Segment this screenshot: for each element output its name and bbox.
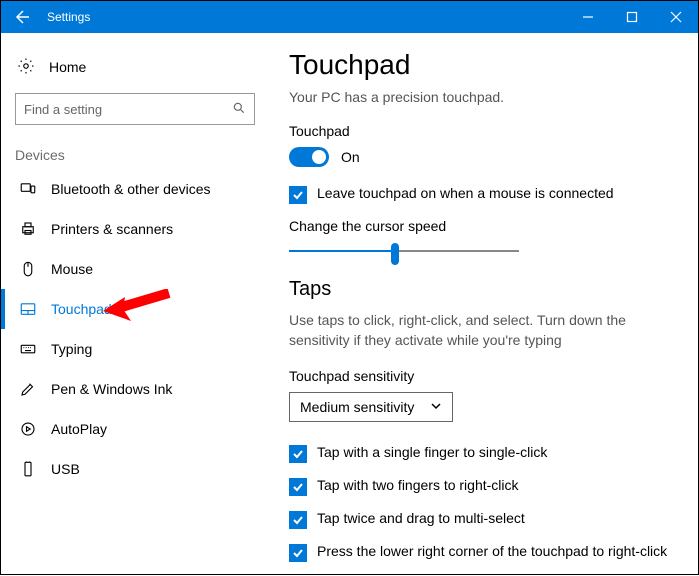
search-icon bbox=[232, 101, 246, 118]
chevron-down-icon bbox=[430, 399, 442, 415]
autoplay-icon bbox=[19, 420, 37, 438]
sidebar-item-label: Mouse bbox=[51, 261, 93, 277]
cursor-speed-label: Change the cursor speed bbox=[289, 218, 674, 234]
sidebar-item-mouse[interactable]: Mouse bbox=[11, 249, 259, 289]
search-placeholder: Find a setting bbox=[24, 102, 232, 117]
sidebar-item-label: Touchpad bbox=[51, 301, 112, 317]
tap-single-checkbox[interactable] bbox=[289, 445, 307, 463]
sidebar-item-label: AutoPlay bbox=[51, 421, 107, 437]
title-bar: Settings bbox=[1, 1, 698, 33]
sensitivity-select[interactable]: Medium sensitivity bbox=[289, 392, 453, 422]
home-nav[interactable]: Home bbox=[11, 47, 259, 87]
tap-two-checkbox[interactable] bbox=[289, 478, 307, 496]
taps-description: Use taps to click, right-click, and sele… bbox=[289, 311, 674, 350]
page-subtitle: Your PC has a precision touchpad. bbox=[289, 89, 674, 105]
slider-thumb[interactable] bbox=[391, 243, 399, 265]
touchpad-toggle-state: On bbox=[341, 149, 360, 165]
sidebar-item-bluetooth[interactable]: Bluetooth & other devices bbox=[11, 169, 259, 209]
printer-icon bbox=[19, 220, 37, 238]
tap-corner-label: Press the lower right corner of the touc… bbox=[317, 543, 667, 559]
category-header: Devices bbox=[11, 143, 259, 169]
touchpad-icon bbox=[19, 300, 37, 318]
leave-on-checkbox[interactable] bbox=[289, 186, 307, 204]
leave-on-label: Leave touchpad on when a mouse is connec… bbox=[317, 185, 614, 201]
sidebar-item-touchpad[interactable]: Touchpad bbox=[11, 289, 259, 329]
touchpad-toggle[interactable] bbox=[289, 147, 329, 167]
tap-drag-label: Tap twice and drag to multi-select bbox=[317, 510, 525, 526]
minimize-button[interactable] bbox=[566, 1, 610, 33]
sidebar-item-typing[interactable]: Typing bbox=[11, 329, 259, 369]
sidebar-item-printers[interactable]: Printers & scanners bbox=[11, 209, 259, 249]
sidebar-item-label: Bluetooth & other devices bbox=[51, 181, 211, 197]
sidebar-item-label: Pen & Windows Ink bbox=[51, 381, 172, 397]
back-button[interactable] bbox=[1, 1, 45, 33]
sidebar-item-label: USB bbox=[51, 461, 80, 477]
mouse-icon bbox=[19, 260, 37, 278]
sidebar-item-autoplay[interactable]: AutoPlay bbox=[11, 409, 259, 449]
keyboard-icon bbox=[19, 340, 37, 358]
tap-two-label: Tap with two fingers to right-click bbox=[317, 477, 519, 493]
pen-icon bbox=[19, 380, 37, 398]
gear-icon bbox=[17, 57, 35, 78]
sensitivity-value: Medium sensitivity bbox=[300, 399, 414, 415]
close-button[interactable] bbox=[654, 1, 698, 33]
home-label: Home bbox=[49, 59, 86, 75]
main-panel: Touchpad Your PC has a precision touchpa… bbox=[269, 33, 698, 576]
usb-icon bbox=[19, 460, 37, 478]
sidebar-item-label: Printers & scanners bbox=[51, 221, 173, 237]
tap-drag-checkbox[interactable] bbox=[289, 511, 307, 529]
tap-single-label: Tap with a single finger to single-click bbox=[317, 444, 547, 460]
sidebar-item-usb[interactable]: USB bbox=[11, 449, 259, 489]
maximize-button[interactable] bbox=[610, 1, 654, 33]
sidebar: Home Find a setting Devices Bluetooth & … bbox=[1, 33, 269, 576]
page-heading: Touchpad bbox=[289, 49, 674, 81]
search-input[interactable]: Find a setting bbox=[15, 93, 255, 125]
cursor-speed-slider[interactable] bbox=[289, 250, 519, 252]
sensitivity-label: Touchpad sensitivity bbox=[289, 368, 674, 384]
sidebar-item-pen[interactable]: Pen & Windows Ink bbox=[11, 369, 259, 409]
window-title: Settings bbox=[45, 10, 566, 24]
devices-icon bbox=[19, 180, 37, 198]
tap-corner-checkbox[interactable] bbox=[289, 544, 307, 562]
touchpad-toggle-label: Touchpad bbox=[289, 123, 674, 139]
sidebar-item-label: Typing bbox=[51, 341, 92, 357]
taps-heading: Taps bbox=[289, 278, 674, 301]
